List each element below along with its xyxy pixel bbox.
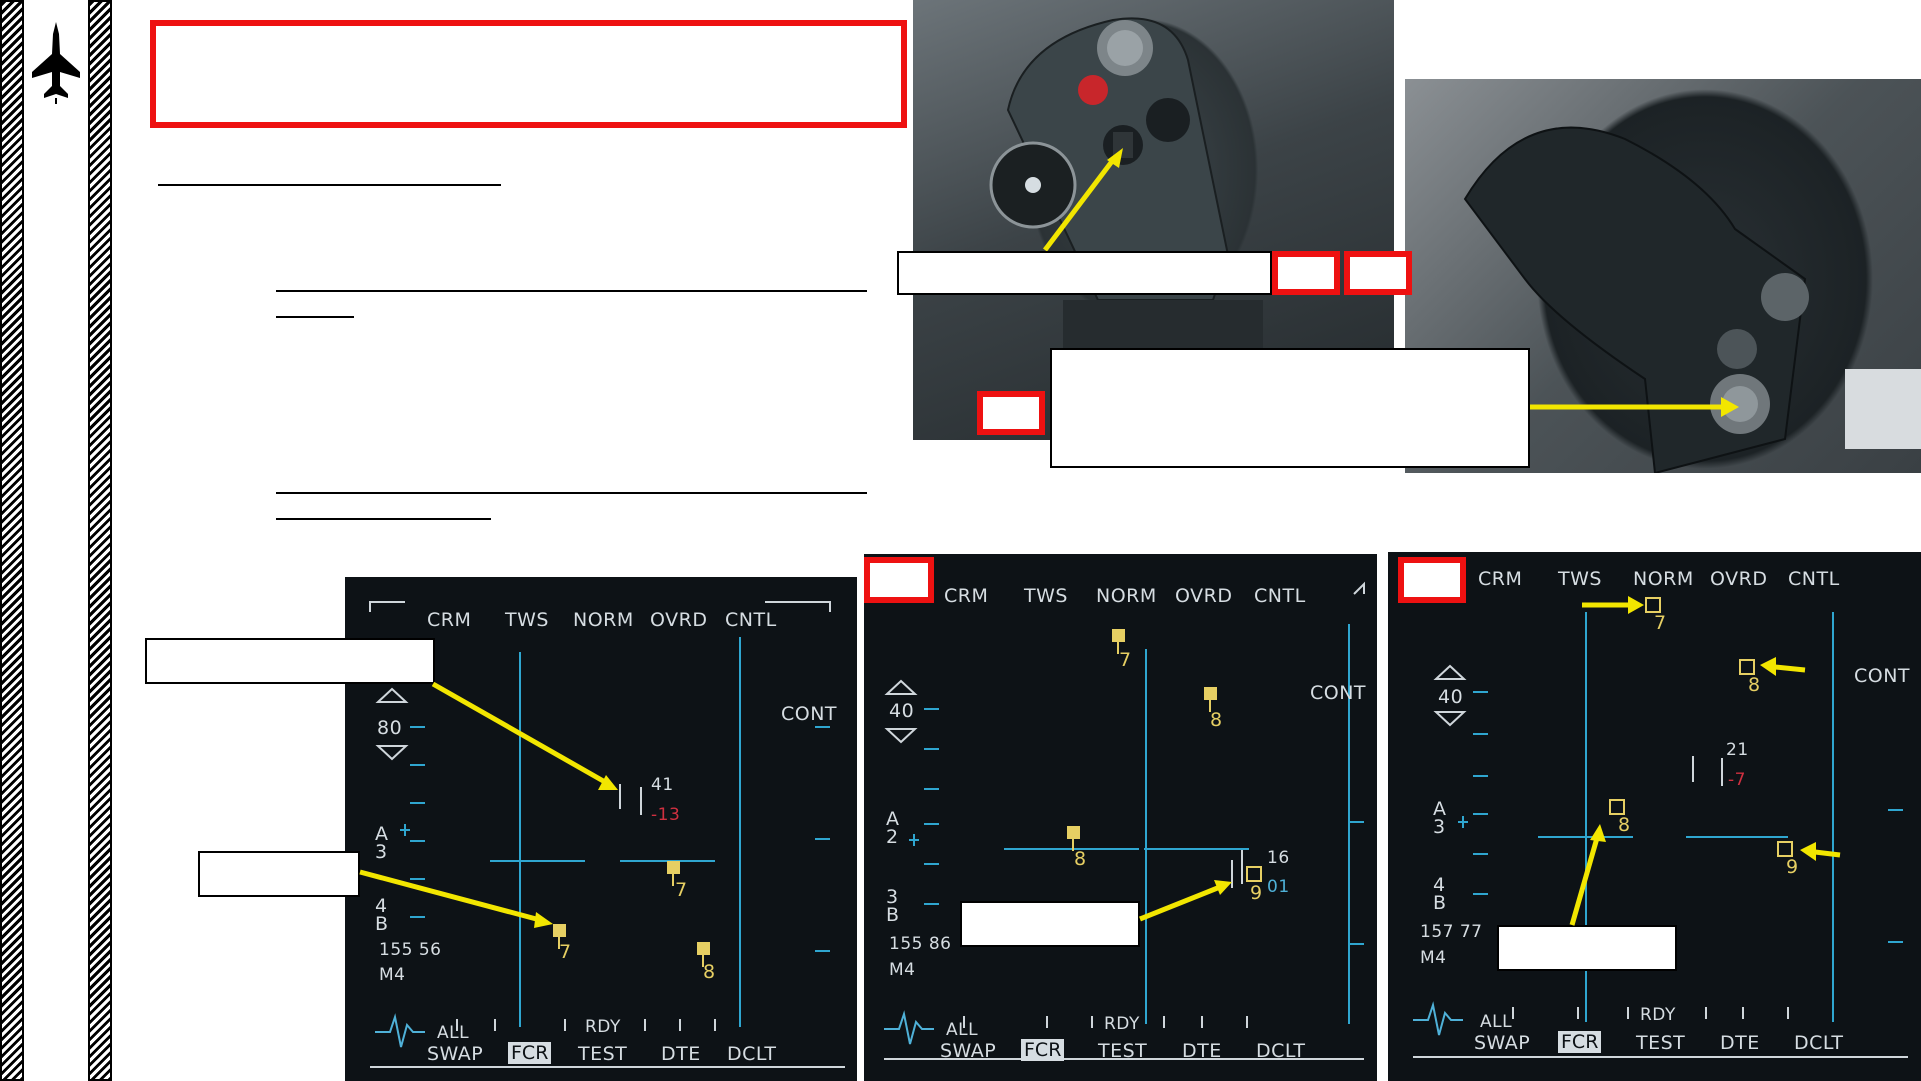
right-screen-arrows <box>1569 596 1841 926</box>
